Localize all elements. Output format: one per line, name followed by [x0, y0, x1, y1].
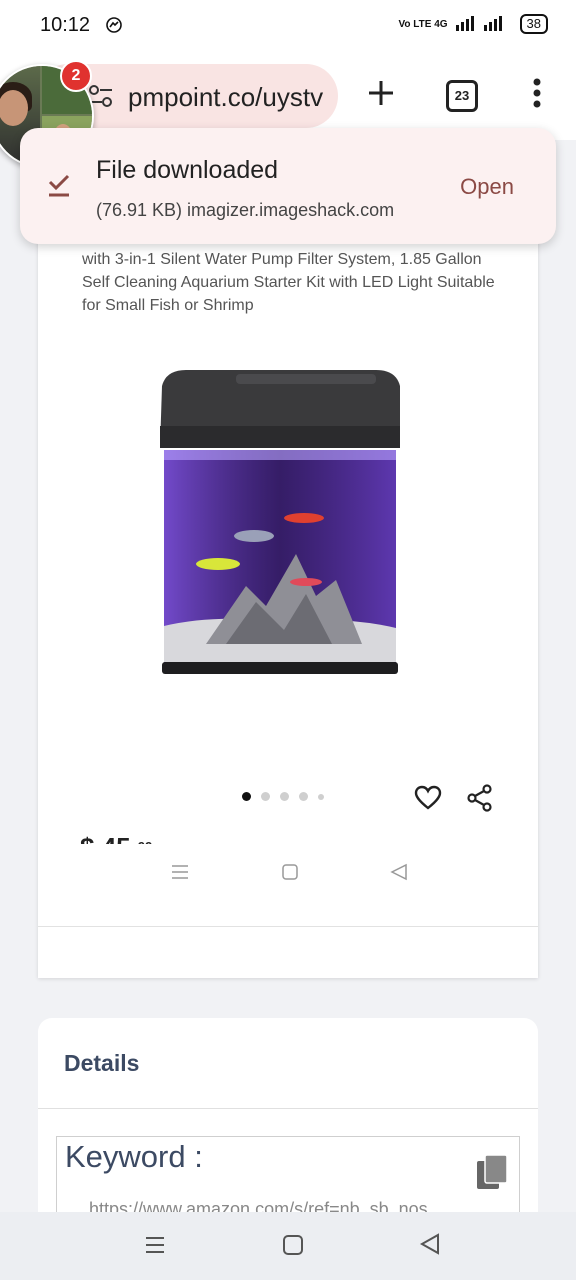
clock: 10:12	[40, 14, 91, 36]
price-cents: 99	[138, 839, 152, 844]
signal-icon	[455, 15, 512, 34]
carousel-dot[interactable]	[280, 792, 289, 801]
recent-apps-icon[interactable]	[144, 1234, 166, 1261]
system-nav-bar	[0, 1212, 576, 1280]
carousel-dot[interactable]	[318, 793, 324, 800]
details-divider	[38, 1108, 538, 1109]
share-icon[interactable]	[466, 784, 494, 817]
carousel-dot[interactable]	[299, 792, 308, 801]
product-title[interactable]: with 3-in-1 Silent Water Pump Filter Sys…	[82, 248, 502, 317]
tab-switcher-button[interactable]: 23	[446, 80, 478, 112]
carousel-dot[interactable]	[261, 792, 270, 801]
download-subtitle: (76.91 KB) imagizer.imageshack.com	[96, 200, 395, 220]
details-heading: Details	[64, 1050, 140, 1076]
network-label: Vo LTE 4G	[398, 18, 448, 30]
keyword-label: Keyword :	[65, 1139, 203, 1174]
open-download-button[interactable]: Open	[460, 174, 514, 200]
favorite-heart-icon[interactable]	[414, 784, 442, 817]
status-bar: 10:12 Vo LTE 4G 38	[0, 0, 576, 52]
aquarium-product-image[interactable]	[156, 366, 404, 685]
status-icons: Vo LTE 4G 38	[398, 14, 548, 34]
messenger-icon	[106, 17, 122, 38]
url-text[interactable]: pmpoint.co/uystv	[128, 82, 368, 113]
home-icon[interactable]	[282, 1234, 304, 1261]
carousel-dot[interactable]	[242, 792, 251, 801]
price-whole: 45	[102, 832, 131, 844]
battery-indicator: 38	[519, 14, 548, 34]
download-snackbar: File downloaded (76.91 KB) imagizer.imag…	[20, 128, 556, 244]
copy-icon[interactable]	[475, 1153, 511, 1198]
product-card: with 3-in-1 Silent Water Pump Filter Sys…	[38, 140, 538, 978]
notification-badge: 2	[60, 60, 92, 92]
card-divider	[38, 926, 538, 927]
back-icon[interactable]	[418, 1232, 442, 1261]
price-currency: $	[80, 832, 94, 844]
download-title: File downloaded	[96, 156, 279, 184]
product-price: $ 45 99	[80, 830, 152, 844]
embedded-nav-screenshot	[38, 848, 538, 898]
overflow-menu-icon[interactable]	[530, 78, 544, 113]
image-carousel-indicator	[242, 792, 324, 801]
download-complete-icon	[46, 172, 72, 203]
new-tab-button[interactable]	[366, 78, 396, 113]
